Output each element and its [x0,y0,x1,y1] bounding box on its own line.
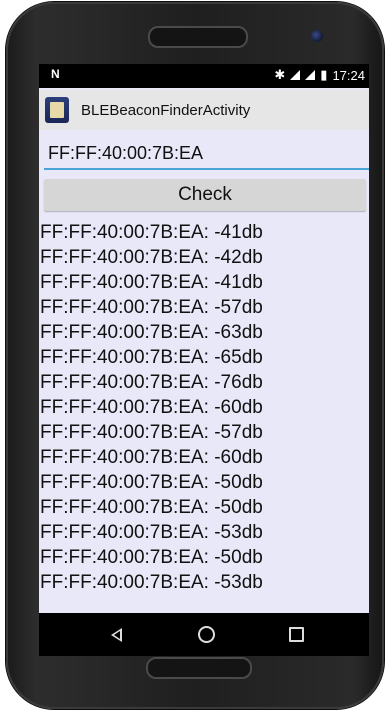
result-row: FF:FF:40:00:7B:EA: -42db [40,247,263,268]
mac-address-input[interactable] [44,138,369,170]
result-row: FF:FF:40:00:7B:EA: -76db [40,372,263,393]
result-row: FF:FF:40:00:7B:EA: -60db [40,447,263,468]
check-button[interactable]: Check [44,179,366,211]
bluetooth-icon: ✱ [274,67,286,82]
result-row: FF:FF:40:00:7B:EA: -41db [40,272,263,293]
status-time: 17:24 [332,67,365,83]
status-icons: ✱ ▮ 17:24 [274,67,365,83]
result-row: FF:FF:40:00:7B:EA: -63db [40,322,263,343]
result-row: FF:FF:40:00:7B:EA: -41db [40,222,263,243]
result-row: FF:FF:40:00:7B:EA: -53db [40,572,263,593]
action-bar: BLEBeaconFinderActivity [39,90,369,130]
phone-frame: BLEBeaconFinderActivity Check FF:FF:40:0… [6,2,384,709]
signal-icon [305,70,316,80]
recent-apps-icon[interactable] [289,627,304,642]
result-row: FF:FF:40:00:7B:EA: -50db [40,547,263,568]
earpiece-speaker [148,26,248,48]
home-icon[interactable] [198,626,215,643]
result-row: FF:FF:40:00:7B:EA: -57db [40,422,263,443]
wifi-icon [290,70,301,80]
result-row: FF:FF:40:00:7B:EA: -57db [40,297,263,318]
battery-icon: ▮ [320,67,328,82]
result-row: FF:FF:40:00:7B:EA: -53db [40,522,263,543]
notification-icon: N [51,67,60,81]
app-title: BLEBeaconFinderActivity [81,101,251,119]
bottom-speaker [146,657,252,679]
result-row: FF:FF:40:00:7B:EA: -50db [40,497,263,518]
status-bar: N ✱ ▮ 17:24 [39,64,369,88]
back-icon[interactable] [111,628,122,642]
screen: BLEBeaconFinderActivity Check FF:FF:40:0… [39,86,369,656]
navigation-bar [39,613,369,656]
results-list[interactable]: FF:FF:40:00:7B:EA: -41db FF:FF:40:00:7B:E… [40,220,369,610]
result-row: FF:FF:40:00:7B:EA: -50db [40,472,263,493]
app-icon [45,97,69,123]
result-row: FF:FF:40:00:7B:EA: -60db [40,397,263,418]
result-row: FF:FF:40:00:7B:EA: -65db [40,347,263,368]
mac-input-row [44,134,369,172]
front-camera [311,30,323,42]
